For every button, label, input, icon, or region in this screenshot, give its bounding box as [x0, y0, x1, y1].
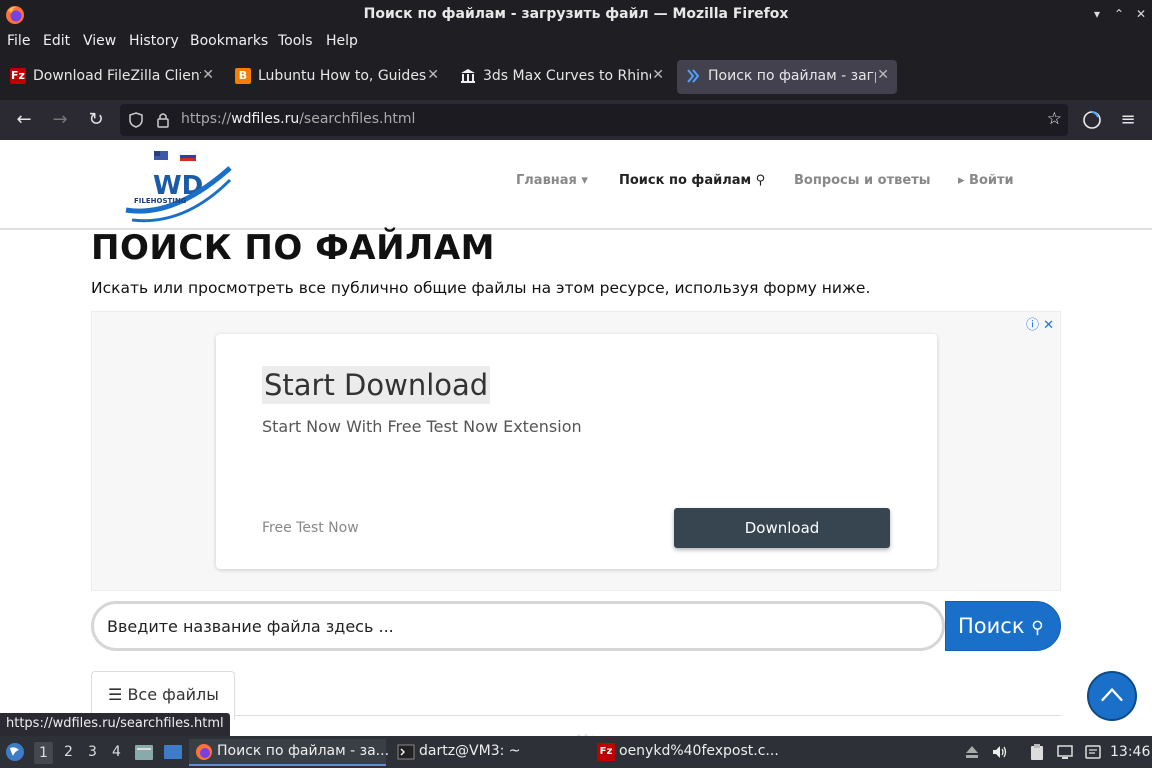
- notifications-icon[interactable]: [1084, 743, 1102, 761]
- window-title: Поиск по файлам - загрузить файл — Mozil…: [363, 6, 789, 22]
- file-manager-icon[interactable]: [134, 743, 154, 761]
- svg-text:FILEHOSTING: FILEHOSTING: [134, 197, 187, 205]
- menu-file[interactable]: File: [7, 33, 30, 49]
- menu-view[interactable]: View: [83, 33, 116, 49]
- close-tab-icon[interactable]: ✕: [427, 67, 439, 83]
- menu-hamburger-icon[interactable]: ≡: [1116, 108, 1140, 132]
- show-desktop-icon[interactable]: [163, 743, 183, 761]
- maximize-button[interactable]: ⌃: [1112, 7, 1126, 21]
- account-icon[interactable]: [1080, 108, 1104, 132]
- menu-tools[interactable]: Tools: [278, 33, 313, 49]
- workspace-3[interactable]: 3: [88, 744, 97, 760]
- search-icon: ⚲: [755, 173, 766, 188]
- list-icon: ☰: [108, 685, 123, 704]
- menu-bar: File Edit View History Bookmarks Tools H…: [0, 30, 1152, 54]
- blogger-icon: B: [235, 68, 251, 84]
- close-tab-icon[interactable]: ✕: [877, 67, 889, 83]
- tab-label: Поиск по файлам - загр: [708, 68, 876, 84]
- network-icon[interactable]: [1056, 743, 1074, 761]
- address-bar[interactable]: https://wdfiles.ru/searchfiles.html ☆: [120, 104, 1068, 136]
- web-page: WD FILEHOSTING Главная ▾ Поиск по файлам…: [0, 140, 1152, 736]
- nav-login[interactable]: ▸ Войти: [958, 173, 1014, 188]
- eject-icon[interactable]: [963, 743, 981, 761]
- tab-label: Lubuntu How to, Guides,: [258, 68, 426, 84]
- filezilla-icon: Fz: [597, 743, 615, 761]
- workspace-4[interactable]: 4: [112, 744, 121, 760]
- task-firefox[interactable]: Поиск по файлам - за...: [189, 739, 389, 766]
- site-logo[interactable]: WD FILEHOSTING: [124, 148, 234, 228]
- workspace-1[interactable]: 1: [34, 742, 53, 764]
- url-text[interactable]: https://wdfiles.ru/searchfiles.html: [181, 111, 415, 127]
- lock-icon[interactable]: [156, 112, 170, 128]
- firefox-icon: [196, 744, 212, 760]
- search-input[interactable]: Введите название файла здесь ...: [91, 601, 945, 651]
- menu-help[interactable]: Help: [326, 33, 358, 49]
- search-button[interactable]: Поиск ⚲: [945, 601, 1061, 651]
- close-tab-icon[interactable]: ✕: [202, 67, 214, 83]
- reload-icon[interactable]: ↻: [84, 108, 108, 132]
- task-filezilla[interactable]: Fz oenykd%40fexpost.c...: [591, 739, 791, 766]
- navigation-toolbar: ← → ↻ https://wdfiles.ru/searchfiles.htm…: [0, 100, 1152, 140]
- loading-spinner-icon: [572, 734, 594, 736]
- window-titlebar: Поиск по файлам - загрузить файл — Mozil…: [0, 0, 1152, 30]
- ad-choices-icon[interactable]: ⓘ ✕: [1026, 314, 1054, 333]
- tab-3dsmax[interactable]: 3ds Max Curves to Rhino ✕: [452, 60, 672, 94]
- ad-description: Start Now With Free Test Now Extension: [262, 417, 582, 436]
- minimize-button[interactable]: ▾: [1090, 7, 1104, 21]
- volume-icon[interactable]: [991, 743, 1009, 761]
- forward-icon[interactable]: →: [48, 108, 72, 132]
- page-subtitle: Искать или просмотреть все публично общи…: [91, 279, 871, 297]
- ad-banner: ⓘ ✕ Start Download Start Now With Free T…: [91, 311, 1061, 591]
- ad-title[interactable]: Start Download: [262, 366, 491, 404]
- tab-label: 3ds Max Curves to Rhino: [483, 68, 651, 84]
- ad-footer: Free Test Now: [262, 520, 359, 536]
- start-menu-icon[interactable]: [5, 742, 25, 762]
- shield-icon[interactable]: [128, 112, 144, 128]
- nav-search-files[interactable]: Поиск по файлам ⚲: [619, 173, 765, 188]
- status-url: https://wdfiles.ru/searchfiles.html: [0, 713, 230, 737]
- wdfiles-icon: [687, 69, 700, 83]
- ad-card[interactable]: Start Download Start Now With Free Test …: [216, 334, 937, 569]
- search-icon: ⚲: [1031, 618, 1044, 638]
- tab-filezilla[interactable]: Fz Download FileZilla Client ✕: [2, 60, 222, 94]
- ad-download-button[interactable]: Download: [674, 508, 890, 548]
- search-placeholder: Введите название файла здесь ...: [107, 617, 394, 636]
- nav-faq[interactable]: Вопросы и ответы: [794, 173, 930, 188]
- tab-label: Download FileZilla Client: [33, 68, 201, 84]
- clock: 13:46: [1110, 744, 1151, 760]
- back-icon[interactable]: ←: [12, 108, 36, 132]
- tab-search-files[interactable]: Поиск по файлам - загр ✕: [677, 60, 897, 94]
- clipboard-icon[interactable]: [1028, 743, 1046, 761]
- workspace-2[interactable]: 2: [64, 744, 73, 760]
- tab-strip: Fz Download FileZilla Client ✕ B Lubuntu…: [0, 54, 1152, 142]
- scroll-to-top-button[interactable]: [1087, 671, 1137, 721]
- page-title: ПОИСК ПО ФАЙЛАМ: [91, 228, 495, 268]
- museum-icon: [461, 69, 475, 83]
- terminal-icon: [397, 744, 415, 760]
- menu-history[interactable]: History: [129, 33, 179, 49]
- menu-edit[interactable]: Edit: [43, 33, 70, 49]
- filezilla-icon: Fz: [10, 68, 26, 84]
- task-terminal[interactable]: dartz@VM3: ~: [391, 739, 591, 766]
- nav-home[interactable]: Главная ▾: [516, 173, 588, 188]
- divider: [235, 715, 1061, 716]
- site-header: WD FILEHOSTING Главная ▾ Поиск по файлам…: [0, 140, 1152, 230]
- tab-lubuntu[interactable]: B Lubuntu How to, Guides, ✕: [227, 60, 447, 94]
- menu-bookmarks[interactable]: Bookmarks: [190, 33, 268, 49]
- tab-all-files[interactable]: ☰ Все файлы: [91, 671, 235, 719]
- close-tab-icon[interactable]: ✕: [652, 67, 664, 83]
- close-window-button[interactable]: ✕: [1134, 7, 1148, 21]
- taskbar: 1 2 3 4 Поиск по файлам - за... dartz@VM…: [0, 736, 1152, 768]
- bookmark-star-icon[interactable]: ☆: [1047, 109, 1062, 129]
